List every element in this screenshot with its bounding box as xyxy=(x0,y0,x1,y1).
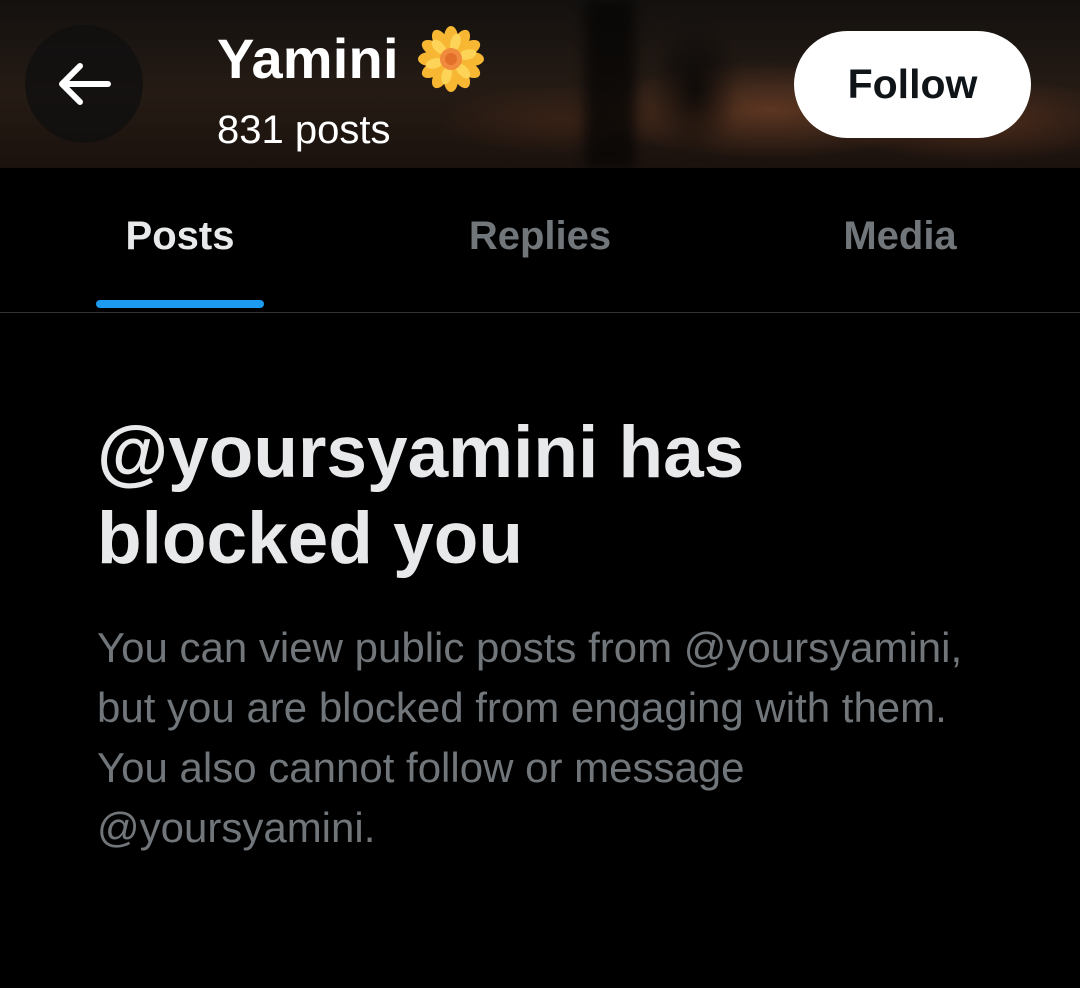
tab-label: Media xyxy=(843,213,957,258)
tab-replies[interactable]: Replies xyxy=(360,168,720,312)
tab-posts[interactable]: Posts xyxy=(0,168,360,312)
active-tab-indicator xyxy=(96,300,264,308)
arrow-left-icon xyxy=(59,63,111,105)
post-count: 831 posts xyxy=(217,108,391,152)
blocked-description: You can view public posts from @yoursyam… xyxy=(97,624,963,851)
back-button[interactable] xyxy=(25,25,143,143)
blocked-title: @yoursyamini has blocked you xyxy=(97,412,745,579)
tab-media[interactable]: Media xyxy=(720,168,1080,312)
follow-button[interactable]: Follow xyxy=(794,31,1031,138)
tab-label: Replies xyxy=(468,213,612,258)
profile-header: Yamini 831 posts Follow xyxy=(0,0,1080,168)
profile-tabs: Posts Replies Media xyxy=(0,168,1080,313)
profile-name-row: Yamini xyxy=(217,24,485,94)
profile-name: Yamini xyxy=(217,27,399,90)
tab-label: Posts xyxy=(125,213,235,258)
flower-icon xyxy=(417,26,484,92)
